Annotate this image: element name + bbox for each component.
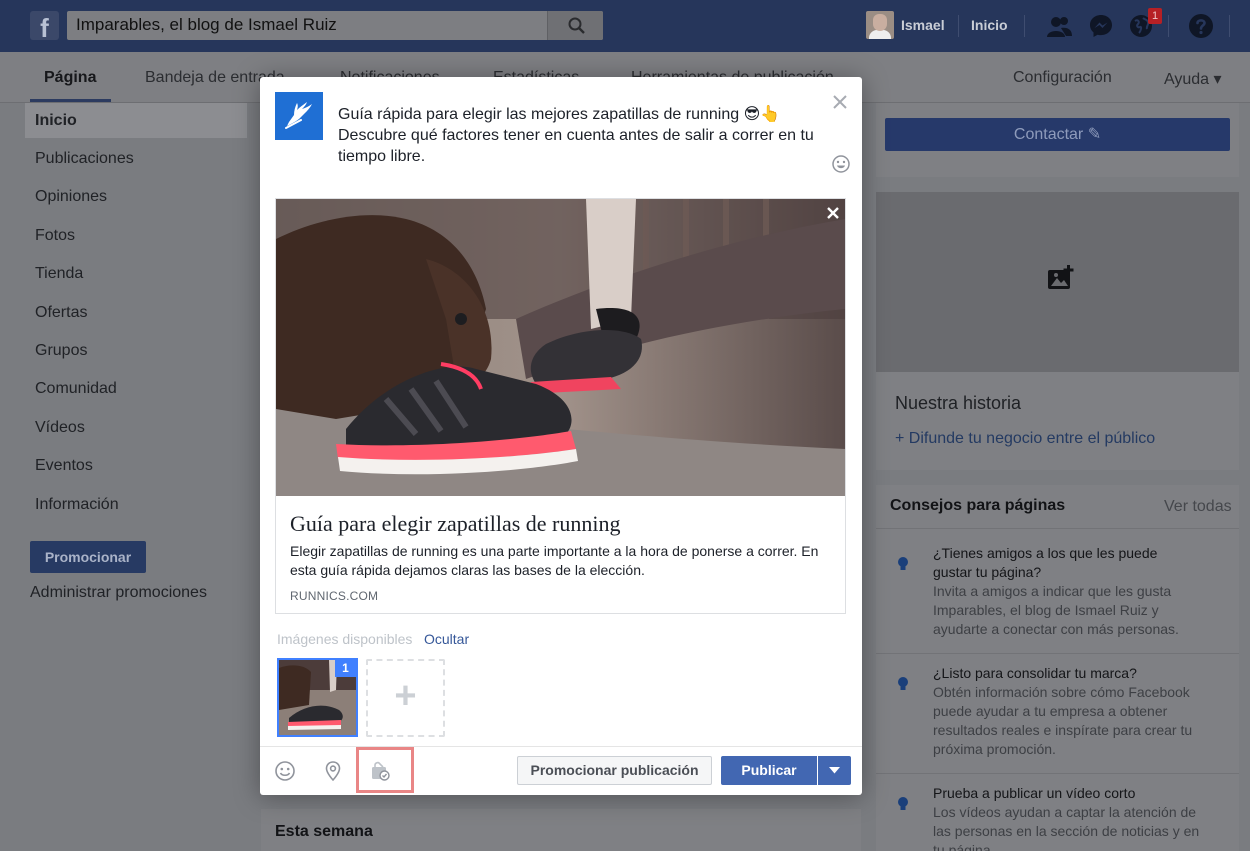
help-icon[interactable] xyxy=(1188,13,1214,39)
promote-button[interactable]: Promocionar xyxy=(30,541,146,573)
sidebar-item-fotos[interactable]: Fotos xyxy=(35,227,75,245)
sidebar-item-inicio[interactable]: Inicio xyxy=(35,112,77,130)
chevron-down-icon xyxy=(829,767,840,774)
publish-options-button[interactable] xyxy=(818,756,851,785)
messenger-icon[interactable] xyxy=(1088,13,1114,39)
footer-divider xyxy=(260,746,862,747)
winged-foot-logo-icon xyxy=(285,102,312,129)
tip-body: Los vídeos ayudan a captar la atención d… xyxy=(933,804,1200,851)
sidebar-item-ofertas[interactable]: Ofertas xyxy=(35,304,87,322)
lightbulb-icon xyxy=(898,677,908,690)
tip-title[interactable]: ¿Listo para consolidar tu marca? xyxy=(933,664,1193,683)
manage-promotions-link[interactable]: Administrar promociones xyxy=(30,584,207,602)
home-link[interactable]: Inicio xyxy=(971,17,1008,33)
sidebar-item-eventos[interactable]: Eventos xyxy=(35,457,93,475)
search-icon xyxy=(568,17,585,34)
search-button[interactable] xyxy=(547,11,603,40)
search-value: Imparables, el blog de Ismael Ruiz xyxy=(76,15,337,34)
sidebar-item-tienda[interactable]: Tienda xyxy=(35,265,83,283)
hide-images-link[interactable]: Ocultar xyxy=(424,631,469,647)
link-card-title[interactable]: Guía para elegir zapatillas de running xyxy=(290,511,620,537)
sidebar-item-grupos[interactable]: Grupos xyxy=(35,342,87,360)
sidebar-item-informacion[interactable]: Información xyxy=(35,496,119,514)
sidebar-item-publicaciones[interactable]: Publicaciones xyxy=(35,150,134,168)
lightbulb-icon xyxy=(898,797,908,810)
remove-image-icon[interactable] xyxy=(826,206,840,220)
lightbulb-icon xyxy=(898,557,908,570)
sidebar-item-comunidad[interactable]: Comunidad xyxy=(35,380,117,398)
promote-post-button[interactable]: Promocionar publicación xyxy=(517,756,712,785)
user-name-link[interactable]: Ismael xyxy=(901,17,945,33)
plus-icon: + xyxy=(394,675,417,717)
link-card-domain: RUNNICS.COM xyxy=(290,589,379,603)
post-text-input[interactable]: Guía rápida para elegir las mejores zapa… xyxy=(338,104,828,167)
tab-pagina[interactable]: Página xyxy=(44,69,96,87)
sidebar-item-videos[interactable]: Vídeos xyxy=(35,419,85,437)
link-card-description[interactable]: Elegir zapatillas de running es una part… xyxy=(290,542,835,580)
post-composer-dialog: Guía rápida para elegir las mejores zapa… xyxy=(260,77,862,795)
page-profile-picture xyxy=(275,92,323,140)
sidebar-item-opiniones[interactable]: Opiniones xyxy=(35,188,107,206)
notification-badge: 1 xyxy=(1148,8,1162,24)
publish-button[interactable]: Publicar xyxy=(721,756,817,785)
contact-button[interactable]: Contactar ✎ xyxy=(885,118,1230,151)
top-bar: f Imparables, el blog de Ismael Ruiz Ism… xyxy=(0,0,1250,52)
help-menu[interactable]: Ayuda ▾ xyxy=(1164,69,1222,89)
active-tab-underline xyxy=(30,99,111,102)
add-image-button[interactable]: + xyxy=(366,659,445,737)
emoji-icon[interactable] xyxy=(832,155,850,173)
link-preview-image[interactable] xyxy=(276,199,845,496)
tip-title[interactable]: Prueba a publicar un vídeo corto xyxy=(933,784,1193,803)
available-images-label: Imágenes disponibles xyxy=(277,631,413,647)
tip-body: Invita a amigos a indicar que les gusta … xyxy=(933,583,1179,637)
tips-see-all-link[interactable]: Ver todas xyxy=(1164,498,1232,516)
friends-icon[interactable] xyxy=(1046,13,1072,39)
add-photo-icon[interactable] xyxy=(1047,265,1075,291)
thumbnail-selected-badge: 1 xyxy=(335,659,356,677)
link-preview-card[interactable]: Guía para elegir zapatillas de running E… xyxy=(275,198,846,614)
tips-title: Consejos para páginas xyxy=(890,497,1066,514)
highlight-annotation xyxy=(356,747,414,793)
tip-body: Obtén información sobre cómo Facebook pu… xyxy=(933,684,1193,757)
close-icon[interactable] xyxy=(831,93,849,111)
story-title: Nuestra historia xyxy=(895,393,1022,413)
running-shoe-photo xyxy=(276,199,845,496)
facebook-logo-icon[interactable]: f xyxy=(30,11,59,40)
week-title: Esta semana xyxy=(275,823,373,840)
feeling-smiley-icon[interactable] xyxy=(274,760,296,782)
location-pin-icon[interactable] xyxy=(322,760,344,782)
search-input[interactable]: Imparables, el blog de Ismael Ruiz xyxy=(67,11,603,40)
tab-configuracion[interactable]: Configuración xyxy=(1013,69,1112,87)
story-link[interactable]: + Difunde tu negocio entre el público xyxy=(895,430,1155,448)
avatar[interactable] xyxy=(866,11,894,39)
tip-title[interactable]: ¿Tienes amigos a los que les puede gusta… xyxy=(933,544,1193,582)
